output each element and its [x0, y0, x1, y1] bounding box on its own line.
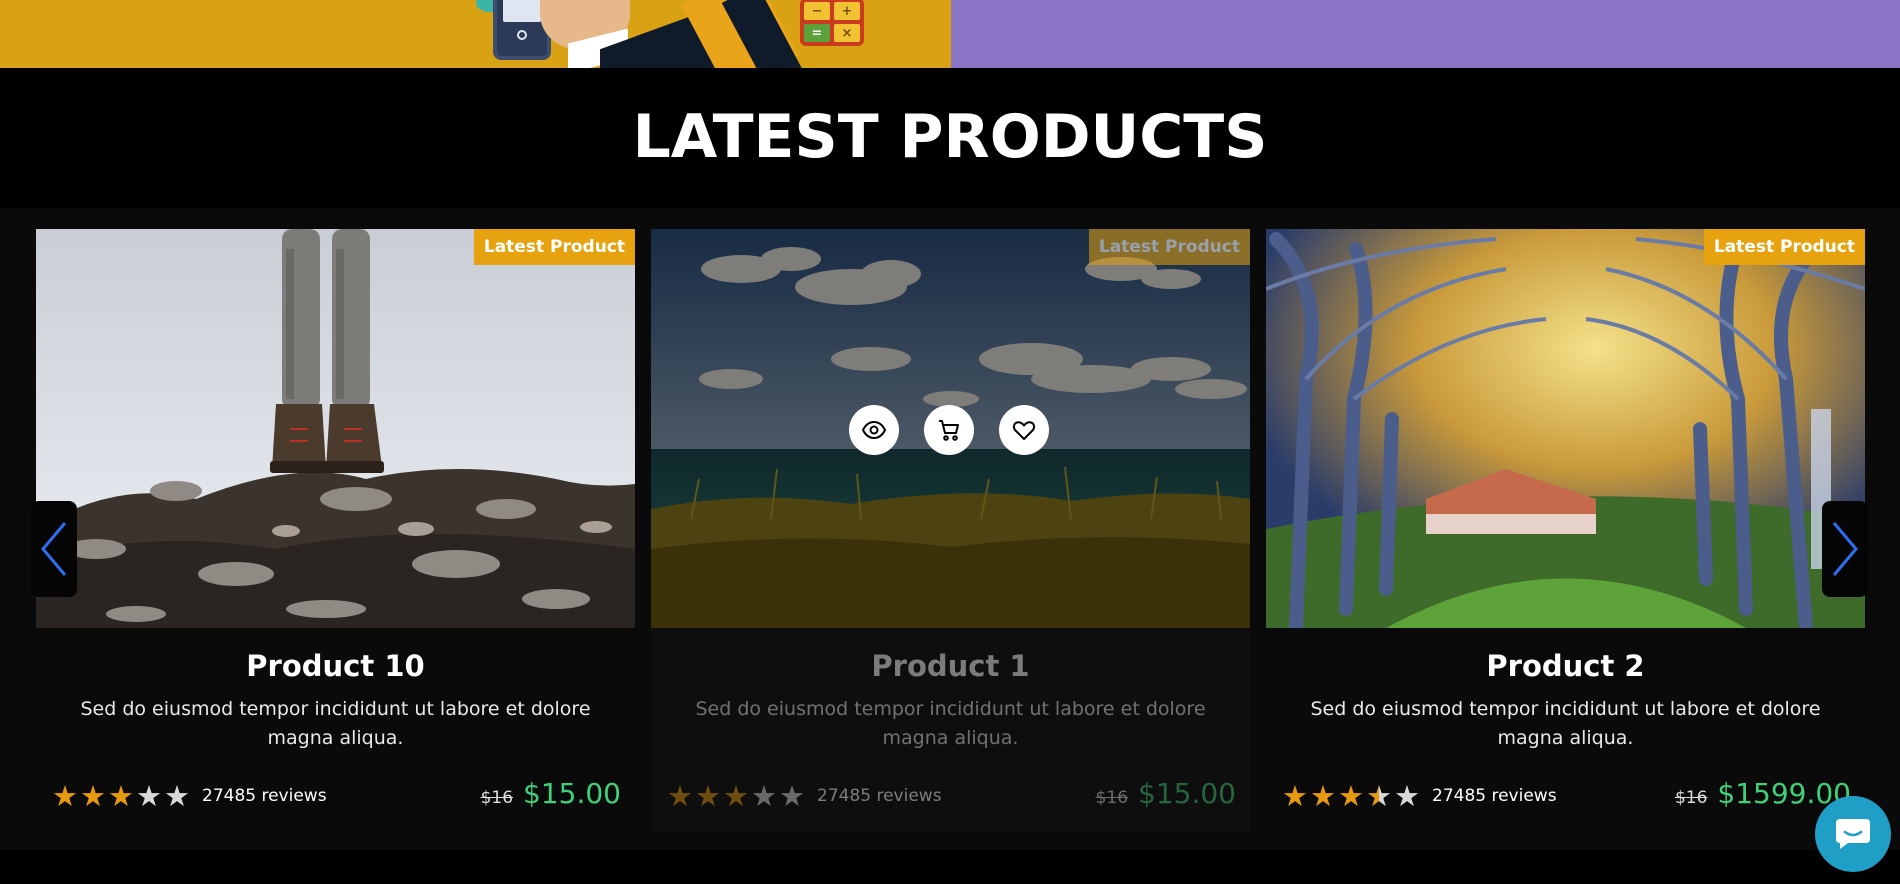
product-card[interactable]: Latest Product Product 10 Sed do eiusmod…: [36, 229, 635, 831]
chevron-left-icon: [41, 522, 67, 576]
latest-product-badge: Latest Product: [473, 229, 635, 265]
sale-price: $15.00: [1138, 777, 1236, 810]
star-icon: ★: [80, 779, 106, 813]
product-description: Sed do eiusmod tempor incididunt ut labo…: [80, 698, 591, 749]
star-icon: ★: [1282, 779, 1308, 813]
wishlist-button[interactable]: [999, 405, 1049, 455]
product-image[interactable]: Latest Product: [651, 229, 1250, 628]
section-title: LATEST PRODUCTS: [632, 102, 1268, 172]
eye-icon: [862, 420, 886, 440]
star-icon: ★: [779, 779, 805, 813]
product-image[interactable]: Latest Product: [1266, 229, 1865, 628]
chat-icon: [1836, 819, 1870, 849]
star-icon: ★: [164, 779, 190, 813]
product-rating: ★ ★ ★ ★ ★ 27485 reviews: [667, 781, 942, 811]
review-count: 27485 reviews: [1432, 786, 1557, 806]
calc-key: =: [804, 24, 830, 42]
star-icon: ★: [723, 779, 749, 813]
chat-button[interactable]: [1815, 796, 1891, 872]
star-icon: ★: [751, 779, 777, 813]
star-icon: ★: [52, 779, 78, 813]
promo-banner-left[interactable]: − + = ×: [0, 0, 951, 68]
product-title[interactable]: Product 2: [1266, 649, 1865, 683]
product-rating: ★ ★ ★ ★ ★ 27485 reviews: [52, 781, 327, 811]
calculator-illustration: − + = ×: [800, 0, 864, 46]
star-half-icon: ★: [1366, 779, 1392, 813]
product-actions: [849, 405, 1049, 455]
product-price: $16 $15.00: [1096, 777, 1236, 810]
carousel-next-button[interactable]: [1822, 501, 1868, 597]
product-rating: ★ ★ ★ ★ ★ 27485 reviews: [1282, 781, 1557, 811]
sale-price: $15.00: [523, 777, 621, 810]
review-count: 27485 reviews: [817, 786, 942, 806]
product-description: Sed do eiusmod tempor incididunt ut labo…: [1310, 698, 1821, 749]
star-icon: ★: [108, 779, 134, 813]
old-price: $16: [480, 788, 514, 808]
quick-view-button[interactable]: [849, 405, 899, 455]
star-icon: ★: [136, 779, 162, 813]
add-to-cart-button[interactable]: [924, 405, 974, 455]
product-title[interactable]: Product 10: [36, 649, 635, 683]
product-image[interactable]: Latest Product: [36, 229, 635, 628]
star-icon: ★: [1310, 779, 1336, 813]
carousel-prev-button[interactable]: [31, 501, 77, 597]
product-description: Sed do eiusmod tempor incididunt ut labo…: [695, 698, 1206, 749]
latest-product-badge: Latest Product: [1703, 229, 1865, 265]
promo-banner-right[interactable]: [951, 0, 1900, 68]
product-price: $16 $15.00: [481, 777, 621, 810]
star-icon: ★: [695, 779, 721, 813]
latest-product-badge: Latest Product: [1088, 229, 1250, 265]
old-price: $16: [1095, 788, 1129, 808]
chevron-right-icon: [1832, 522, 1858, 576]
promo-banners: − + = ×: [0, 0, 1900, 68]
product-card[interactable]: Latest Product Product 2 Sed do eiusmod …: [1266, 229, 1865, 831]
calc-key: −: [804, 2, 830, 20]
star-icon: ★: [1338, 779, 1364, 813]
star-icon: ★: [667, 779, 693, 813]
old-price: $16: [1674, 788, 1708, 808]
heart-icon: [1012, 421, 1036, 440]
review-count: 27485 reviews: [202, 786, 327, 806]
calc-key: +: [834, 2, 860, 20]
product-price: $16 $1599.00: [1675, 777, 1851, 810]
star-icon: ★: [1394, 779, 1420, 813]
calc-key: ×: [834, 24, 860, 42]
product-card[interactable]: Latest Product Product 1 Sed do eiusmod …: [651, 229, 1250, 831]
product-title[interactable]: Product 1: [651, 649, 1250, 683]
cart-icon: [939, 420, 959, 441]
product-carousel: Latest Product Product 10 Sed do eiusmod…: [0, 208, 1900, 850]
